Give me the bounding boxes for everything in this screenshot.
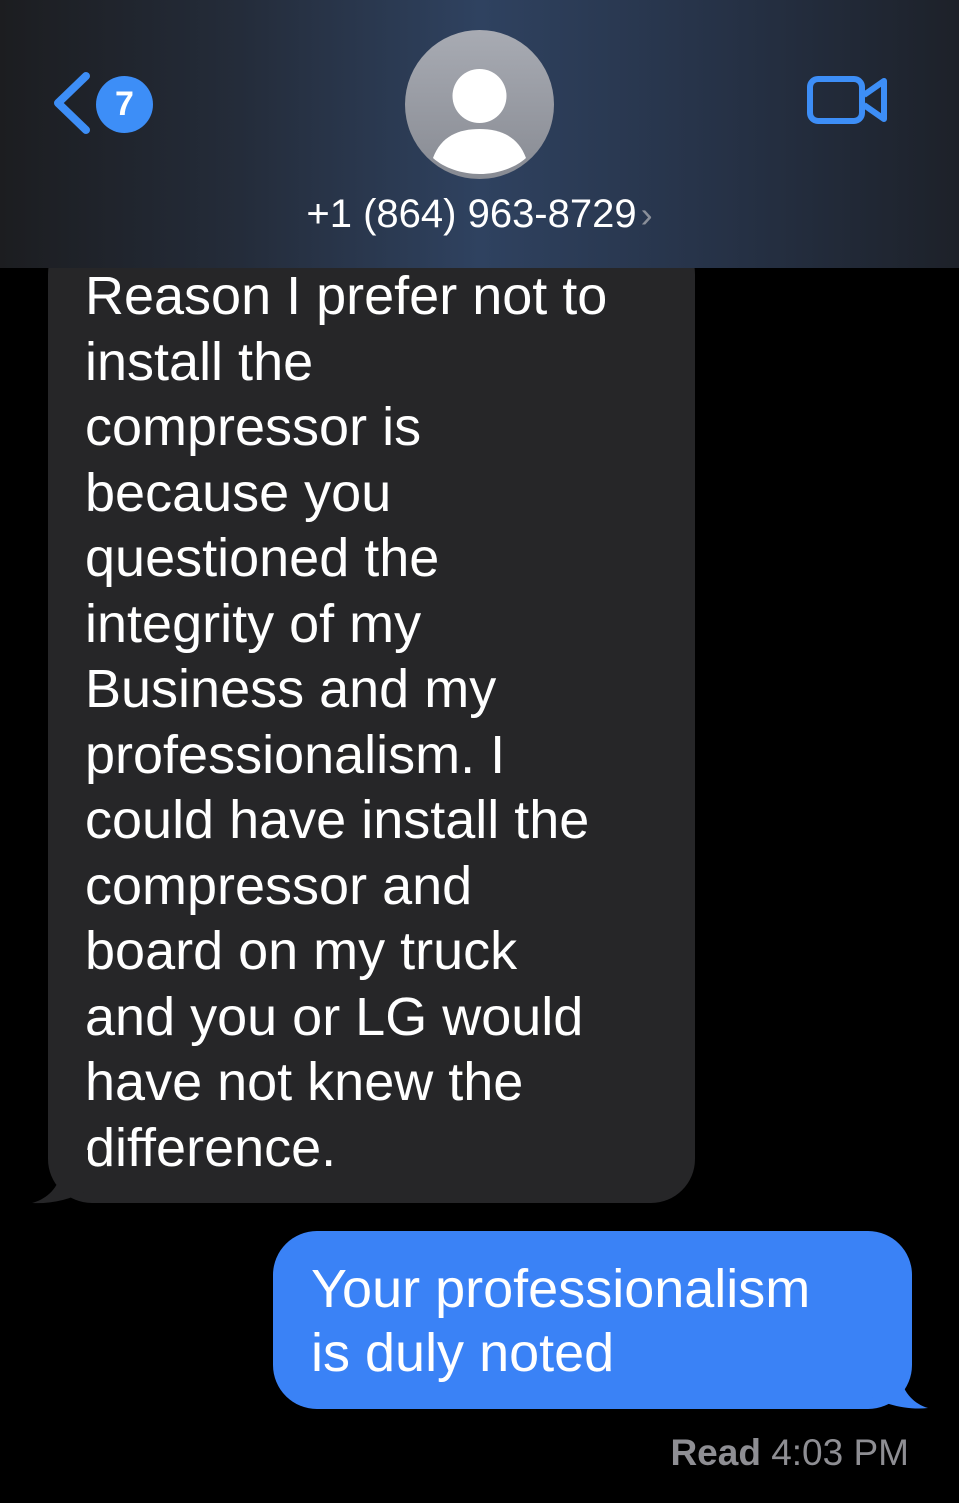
read-status: Read <box>670 1432 761 1473</box>
chevron-left-icon <box>54 72 90 134</box>
incoming-message-text: Reason I prefer not to install the compr… <box>85 266 608 1178</box>
contact-name[interactable]: +1 (864) 963-8729 › <box>0 192 959 237</box>
outgoing-bubble-tail <box>870 1352 928 1409</box>
contact-avatar[interactable] <box>405 30 554 179</box>
incoming-bubble-tail <box>32 1150 88 1204</box>
contact-name-text: +1 (864) 963-8729 <box>306 192 637 236</box>
read-time: 4:03 PM <box>771 1432 909 1473</box>
read-receipt: Read 4:03 PM <box>670 1432 909 1474</box>
outgoing-message-text: Your professionalism is duly noted <box>311 1259 811 1383</box>
conversation-header: 7 +1 (864) 963-8729 › <box>0 0 959 268</box>
outgoing-message-bubble[interactable]: Your professionalism is duly noted <box>273 1231 912 1409</box>
unread-count-badge: 7 <box>96 76 153 133</box>
video-camera-icon[interactable] <box>806 73 890 127</box>
back-button[interactable]: 7 <box>50 70 160 136</box>
chevron-right-icon: › <box>640 194 653 235</box>
person-icon <box>433 69 526 174</box>
incoming-message-bubble[interactable]: Reason I prefer not to install the compr… <box>48 230 695 1203</box>
